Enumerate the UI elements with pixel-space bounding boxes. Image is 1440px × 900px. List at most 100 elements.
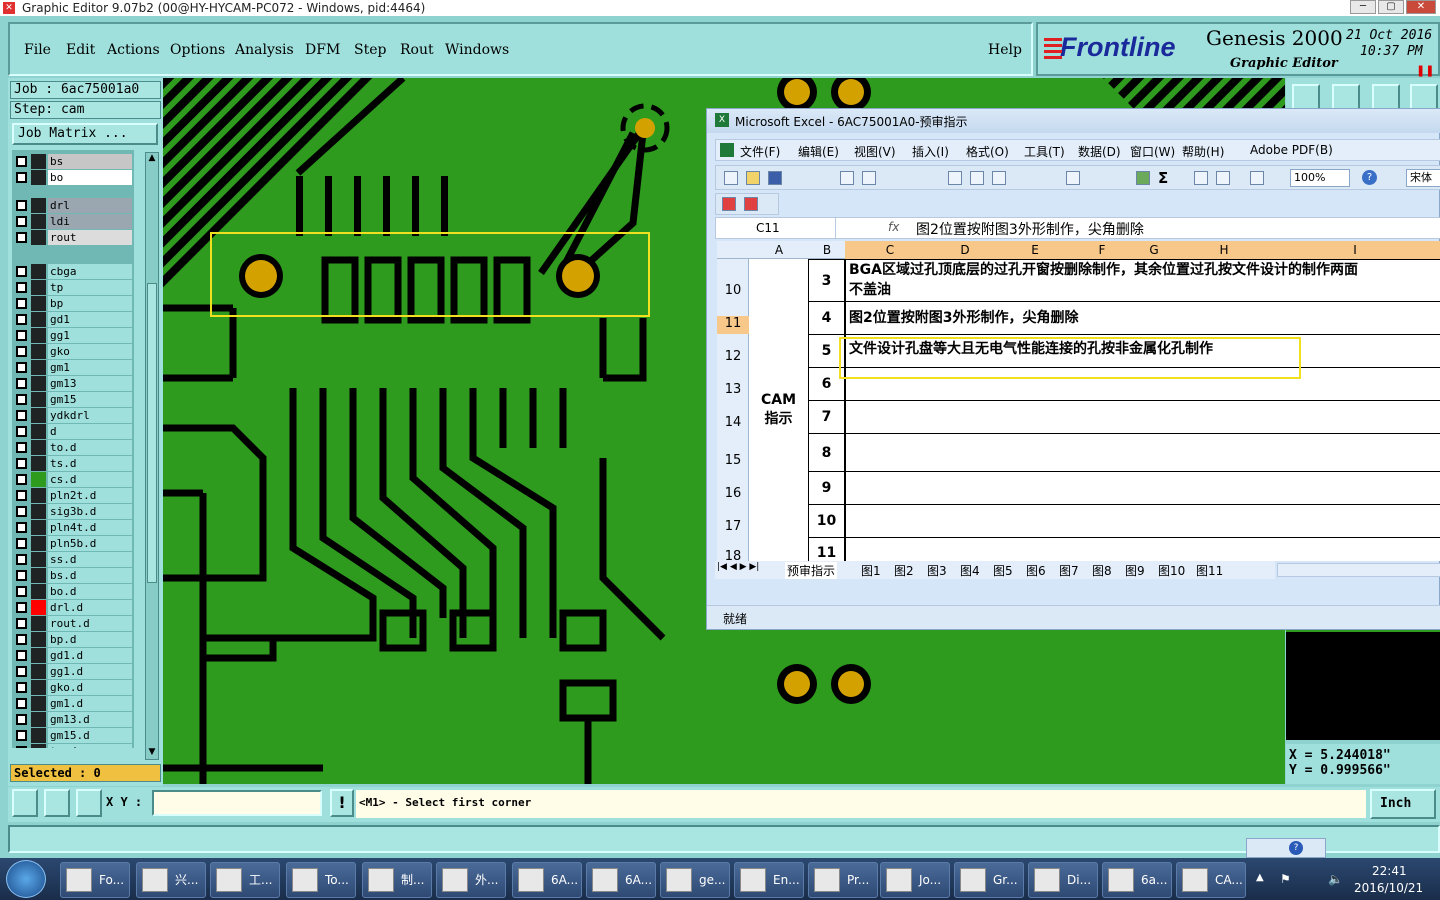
excel-menu-item[interactable]: 帮助(H) [1182, 143, 1224, 160]
row-number[interactable]: 14 [717, 415, 749, 430]
layer-row[interactable]: to.d [14, 440, 132, 455]
layer-checkbox[interactable] [16, 602, 27, 613]
layer-color-swatch[interactable] [31, 696, 46, 711]
layer-name[interactable]: gm15.d [48, 728, 132, 743]
layer-name[interactable]: gg1.d [48, 664, 132, 679]
cell-b[interactable]: 10 [809, 504, 845, 537]
layer-name[interactable]: ts.d [48, 456, 132, 471]
cell-c[interactable]: BGA区域过孔顶底层的过孔开窗按删除制作，其余位置过孔按文件设计的制作两面 不盖油 [846, 259, 1440, 301]
sheet-tab[interactable]: 图1 [861, 562, 881, 579]
zoom-select[interactable]: 100% [1290, 169, 1350, 187]
layer-name[interactable]: pln2t.d [48, 488, 132, 503]
layer-name[interactable]: pln4t.d [48, 520, 132, 535]
measure-tool-icon[interactable] [44, 789, 70, 817]
taskbar-button[interactable]: 外... [436, 862, 506, 898]
layer-checkbox[interactable] [16, 410, 27, 421]
layer-checkbox[interactable] [16, 554, 27, 565]
tray-volume-icon[interactable]: 🔈 [1328, 872, 1343, 886]
paste-icon[interactable] [992, 171, 1006, 185]
alert-icon[interactable]: ! [330, 789, 354, 817]
col-a[interactable]: A [749, 241, 809, 259]
cell-c[interactable] [846, 537, 1440, 561]
zoom-tool-icon[interactable] [12, 789, 38, 817]
layer-color-swatch[interactable] [31, 680, 46, 695]
save-icon[interactable] [768, 171, 782, 185]
layer-row[interactable]: bo [14, 170, 132, 185]
excel-menu-item[interactable]: 数据(D) [1078, 143, 1121, 160]
layer-name[interactable]: tp [48, 280, 132, 295]
layer-color-swatch[interactable] [31, 584, 46, 599]
excel-menu-item[interactable]: 编辑(E) [798, 143, 839, 160]
sheet-tab[interactable]: 图9 [1125, 562, 1145, 579]
layer-checkbox[interactable] [16, 634, 27, 645]
layer-name[interactable]: gd1.d [48, 648, 132, 663]
tab-nav-icon[interactable]: |◀ ◀ ▶ ▶| [717, 562, 759, 572]
layer-checkbox[interactable] [16, 490, 27, 501]
menu-options[interactable]: Options [170, 42, 225, 58]
layer-color-swatch[interactable] [31, 344, 46, 359]
layer-name[interactable]: gko [48, 344, 132, 359]
sort-desc-icon[interactable] [1216, 171, 1230, 185]
scroll-up-icon[interactable]: ▲ [146, 153, 158, 165]
layer-color-swatch[interactable] [31, 472, 46, 487]
layer-row[interactable]: gd1 [14, 312, 132, 327]
layer-name[interactable]: gg1 [48, 328, 132, 343]
layer-row[interactable]: ss.d [14, 552, 132, 567]
minimize-button[interactable]: ─ [1350, 0, 1376, 14]
col-c[interactable]: C [845, 241, 935, 259]
layer-checkbox[interactable] [16, 714, 27, 725]
layer-checkbox[interactable] [16, 378, 27, 389]
layer-color-swatch[interactable] [31, 424, 46, 439]
sheet-grid[interactable]: CAM 指示 10 3 BGA区域过孔顶底层的过孔开窗按删除制作，其余位置过孔按文件… [717, 259, 1440, 561]
col-e[interactable]: E [995, 241, 1075, 259]
menu-analysis[interactable]: Analysis [235, 42, 294, 58]
layer-checkbox[interactable] [16, 282, 27, 293]
layer-row[interactable]: bo.d [14, 584, 132, 599]
close-button[interactable]: ✕ [1406, 0, 1436, 14]
layer-row[interactable]: gko [14, 344, 132, 359]
grid-tool-icon[interactable] [76, 789, 102, 817]
layer-name[interactable]: gm13.d [48, 712, 132, 727]
layer-name[interactable]: bs [48, 154, 132, 169]
undo-icon[interactable] [1066, 171, 1080, 185]
layer-name[interactable]: rout.d [48, 616, 132, 631]
layer-color-swatch[interactable] [31, 568, 46, 583]
layer-name[interactable]: bs.d [48, 568, 132, 583]
layer-color-swatch[interactable] [31, 632, 46, 647]
layer-checkbox[interactable] [16, 730, 27, 741]
layer-row[interactable]: gm1 [14, 360, 132, 375]
cell-c[interactable] [846, 400, 1440, 433]
row-number[interactable]: 18 [717, 549, 749, 561]
layer-name[interactable]: gko.d [48, 680, 132, 695]
layer-color-swatch[interactable] [31, 616, 46, 631]
start-button[interactable] [6, 860, 46, 898]
layer-color-swatch[interactable] [31, 600, 46, 615]
taskbar-button[interactable]: Pr... [808, 862, 878, 898]
fx-icon[interactable]: fx [888, 220, 899, 234]
layer-color-swatch[interactable] [31, 312, 46, 327]
layer-row[interactable]: tp [14, 280, 132, 295]
menu-rout[interactable]: Rout [400, 42, 434, 58]
layer-checkbox[interactable] [16, 442, 27, 453]
layer-checkbox[interactable] [16, 330, 27, 341]
layer-color-swatch[interactable] [31, 744, 46, 748]
layer-color-swatch[interactable] [31, 170, 46, 185]
sort-asc-icon[interactable] [1194, 171, 1208, 185]
layer-name[interactable]: cs.d [48, 472, 132, 487]
layer-checkbox[interactable] [16, 172, 27, 183]
layer-checkbox[interactable] [16, 618, 27, 629]
layer-name[interactable]: bo.d [48, 584, 132, 599]
layer-row[interactable]: gko.d [14, 680, 132, 695]
layer-name[interactable]: d [48, 424, 132, 439]
row-number[interactable]: 10 [717, 283, 749, 298]
taskbar-button[interactable]: Fo... [60, 862, 130, 898]
scroll-down-icon[interactable]: ▼ [146, 747, 158, 759]
layer-row[interactable]: rout [14, 230, 132, 245]
sheet-tab[interactable]: 图11 [1196, 562, 1223, 579]
col-h[interactable]: H [1179, 241, 1269, 259]
cell-c[interactable] [846, 471, 1440, 504]
name-box[interactable]: C11 [716, 218, 836, 238]
layer-row[interactable]: sig3b.d [14, 504, 132, 519]
layer-row[interactable]: ldi [14, 214, 132, 229]
layer-checkbox[interactable] [16, 314, 27, 325]
